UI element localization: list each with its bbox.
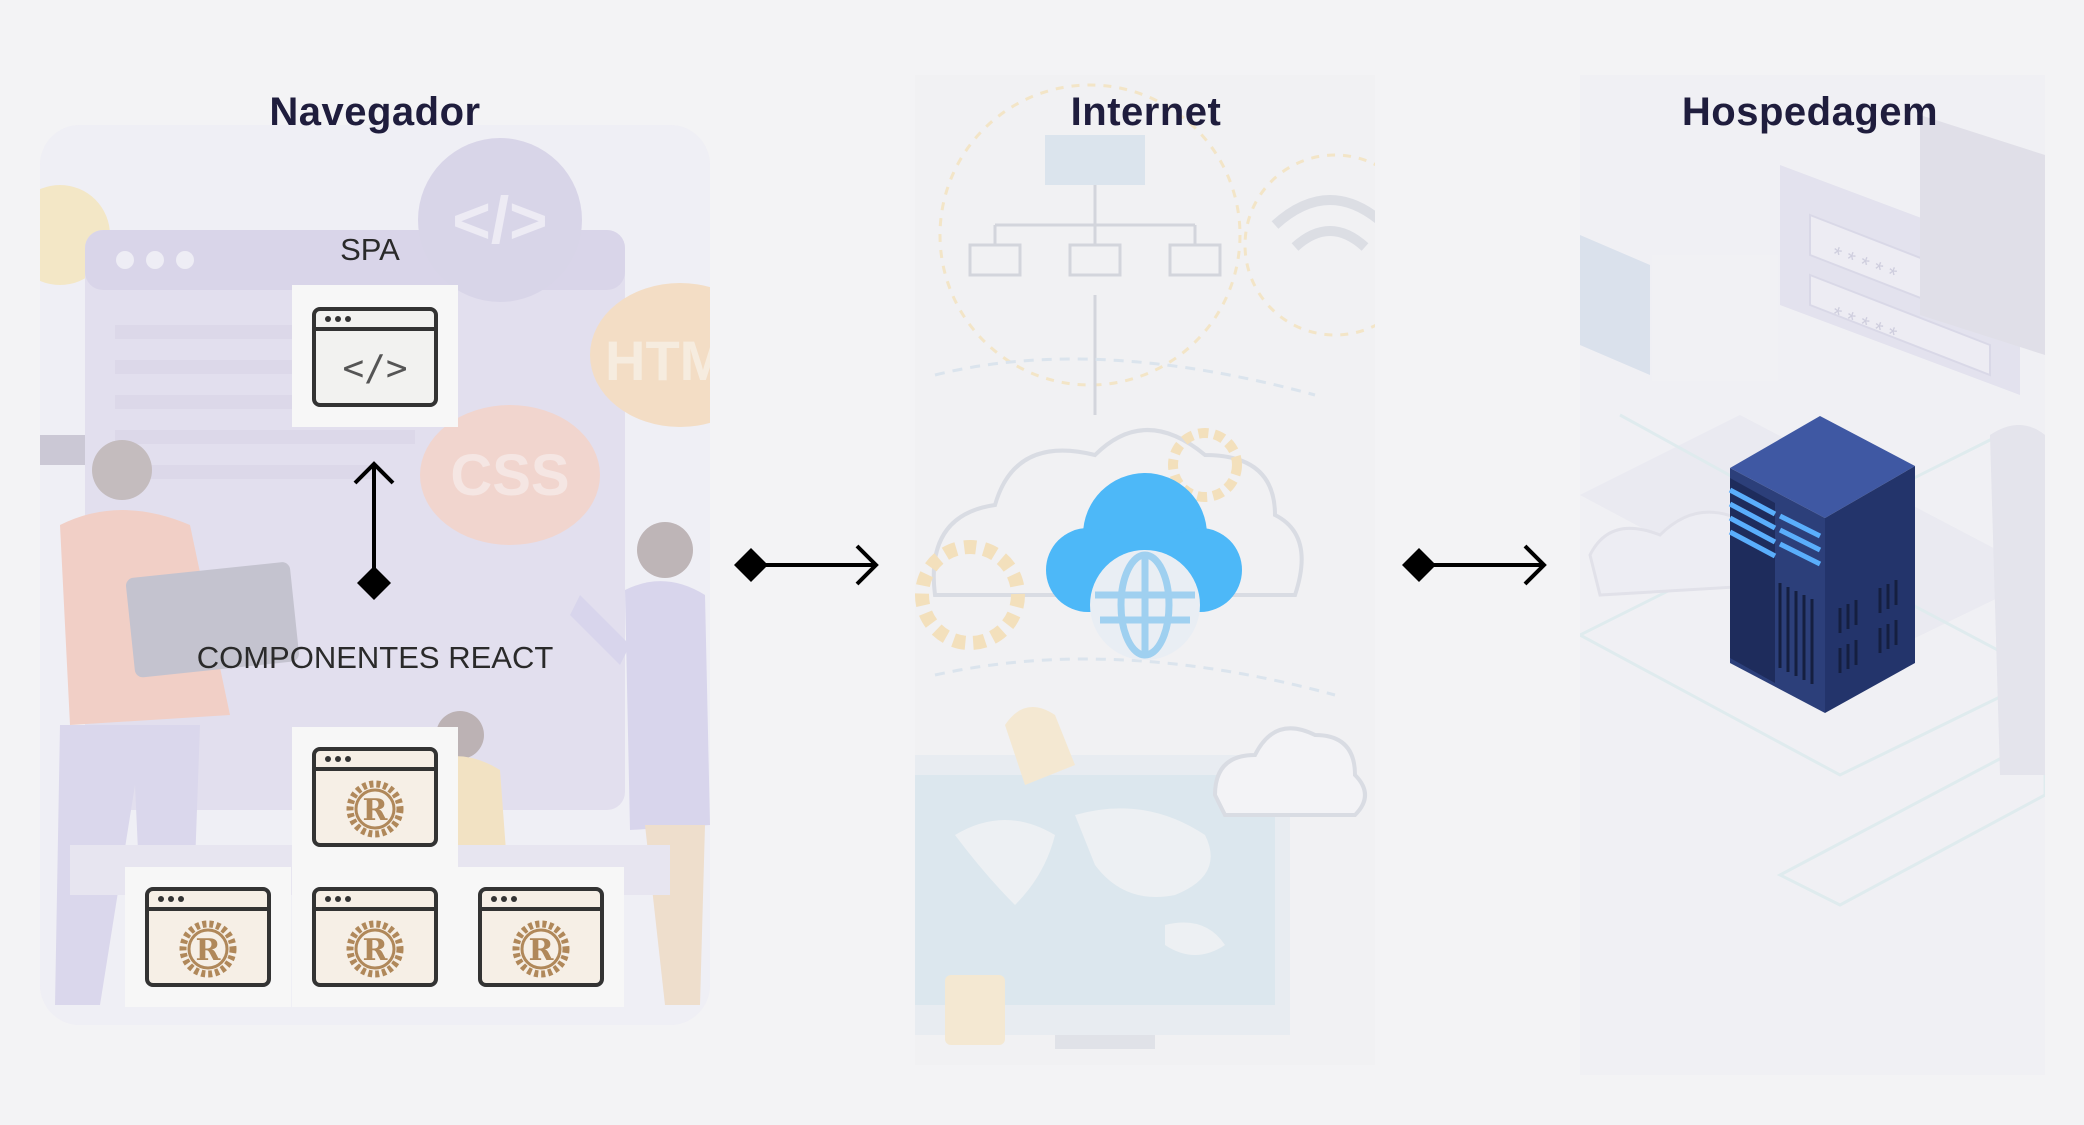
- code-window-icon: </>: [312, 307, 438, 407]
- component-tile: R: [292, 867, 458, 1007]
- svg-text:R: R: [363, 793, 389, 828]
- column-title-hosting: Hospedagem: [1681, 90, 1939, 134]
- svg-text:R: R: [363, 933, 389, 968]
- column-title-internet: Internet: [1070, 90, 1222, 134]
- rust-window-icon: R: [312, 887, 438, 987]
- svg-text:R: R: [529, 933, 555, 968]
- spa-tile: </>: [292, 285, 458, 427]
- rust-window-icon: R: [312, 747, 438, 847]
- spa-components-connector: [353, 461, 395, 600]
- svg-text:R: R: [196, 933, 222, 968]
- svg-text:</>: </>: [342, 348, 407, 389]
- component-tile: R: [292, 727, 458, 867]
- column-title-browser: Navegador: [269, 90, 481, 134]
- rust-window-icon: R: [145, 887, 271, 987]
- spa-label: SPA: [340, 232, 400, 267]
- internet-hosting-connector: [1402, 544, 1547, 586]
- component-tile: R: [458, 867, 624, 1007]
- react-components-label: COMPONENTES REACT: [196, 640, 554, 675]
- cloud-globe-icon: [1046, 473, 1242, 660]
- rust-window-icon: R: [478, 887, 604, 987]
- server-icon: [1728, 416, 1915, 713]
- browser-internet-connector: [734, 544, 879, 586]
- component-tile: R: [125, 867, 291, 1007]
